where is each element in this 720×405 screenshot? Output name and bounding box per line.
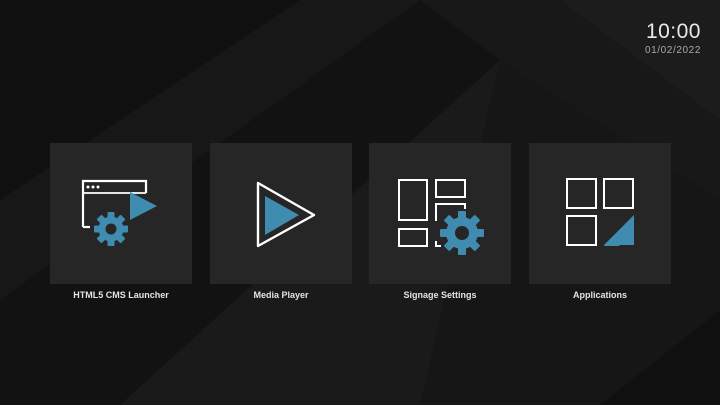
clock-time: 10:00 bbox=[645, 20, 701, 43]
applications-grid-icon bbox=[566, 178, 635, 246]
tile-card[interactable] bbox=[529, 143, 671, 284]
tile-label: Applications bbox=[572, 290, 627, 300]
tile-signage-settings[interactable]: Signage Settings bbox=[369, 143, 511, 300]
tile-media-player[interactable]: Media Player bbox=[210, 143, 352, 300]
tile-card[interactable] bbox=[369, 143, 511, 284]
app-tiles: HTML5 CMS Launcher Media Player Signage … bbox=[50, 143, 671, 303]
tile-label: HTML5 CMS Launcher bbox=[73, 290, 169, 300]
tile-card[interactable] bbox=[210, 143, 352, 284]
tile-html5-cms-launcher[interactable]: HTML5 CMS Launcher bbox=[50, 143, 192, 300]
tile-label: Signage Settings bbox=[403, 290, 477, 300]
play-icon bbox=[256, 181, 316, 248]
clock: 10:00 01/02/2022 bbox=[645, 20, 701, 56]
tile-applications[interactable]: Applications bbox=[529, 143, 671, 300]
tile-card[interactable] bbox=[50, 143, 192, 284]
signage-settings-icon bbox=[398, 179, 484, 255]
home-screen: 10:00 01/02/2022 HTML5 CMS Launcher Medi… bbox=[0, 0, 720, 405]
clock-date: 01/02/2022 bbox=[644, 45, 701, 56]
tile-label: Media Player bbox=[253, 290, 309, 300]
html5-launcher-icon bbox=[81, 179, 157, 246]
